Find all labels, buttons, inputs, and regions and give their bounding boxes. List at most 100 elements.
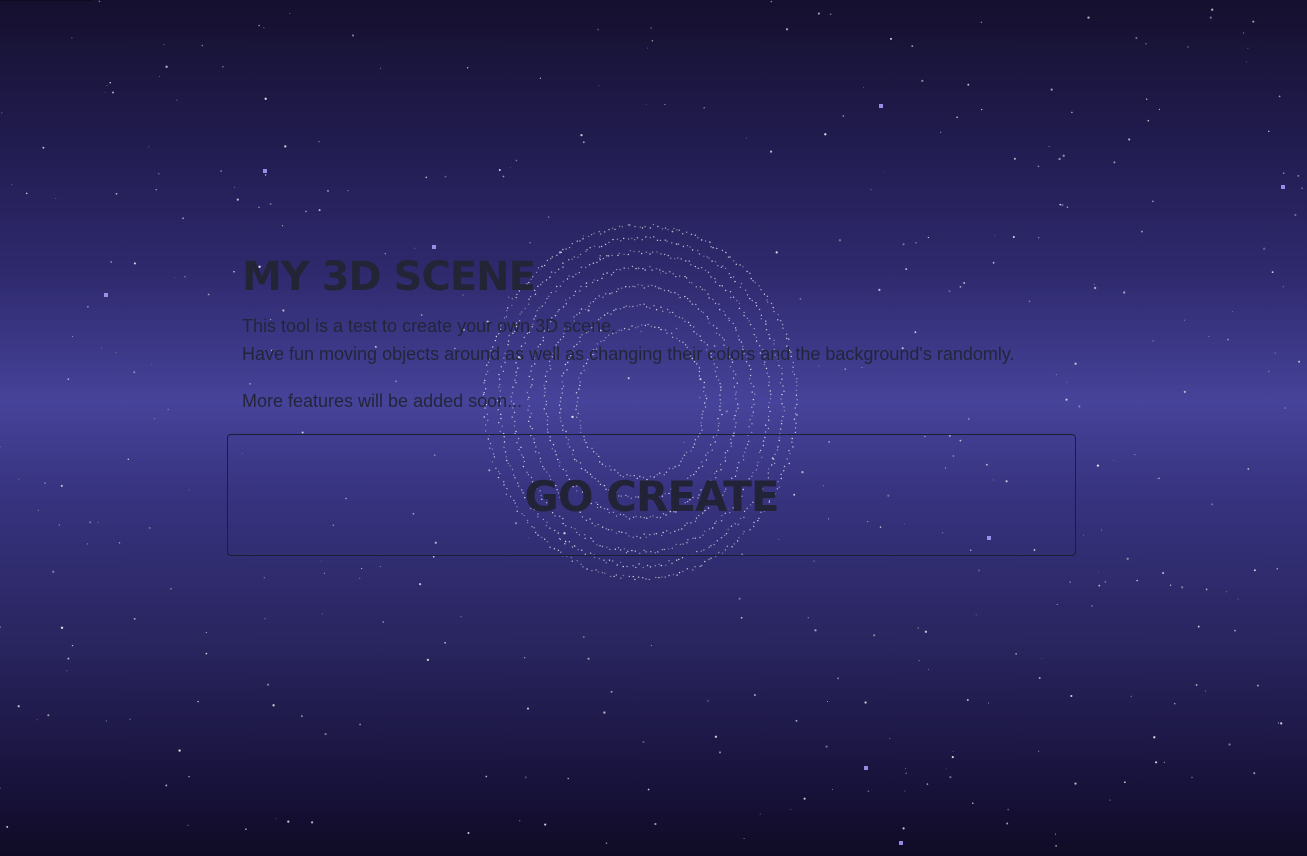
portal-particle [603, 559, 605, 561]
portal-particle [608, 228, 610, 231]
portal-particle [781, 420, 783, 422]
portal-particle [768, 419, 770, 421]
portal-particle [658, 563, 660, 565]
portal-particle [591, 570, 593, 572]
portal-particle [716, 247, 718, 250]
portal-particle [570, 556, 572, 559]
portal-particle [638, 563, 640, 565]
portal-particle [511, 416, 513, 418]
portal-particle [701, 564, 703, 567]
portal-particle [644, 225, 646, 228]
portal-particle [701, 417, 703, 419]
portal-particle [697, 237, 699, 239]
portal-particle [678, 558, 680, 561]
portal-particle [734, 414, 736, 417]
portal-particle [562, 429, 564, 431]
portal-particle [634, 578, 636, 581]
portal-particle [579, 240, 581, 242]
portal-particle [692, 569, 694, 571]
portal-particle [639, 226, 641, 228]
go-create-label: GO CREATE [524, 471, 779, 521]
portal-particle [641, 227, 644, 229]
portal-particle [649, 236, 652, 239]
portal-particle [712, 247, 714, 249]
portal-particle [580, 427, 582, 429]
portal-particle [608, 241, 610, 244]
portal-particle [546, 419, 549, 421]
portal-particle [616, 238, 619, 240]
portal-particle [660, 564, 662, 567]
portal-particle [637, 576, 640, 578]
portal-particle [655, 576, 657, 579]
portal-particle [671, 562, 673, 565]
portal-particle [604, 243, 607, 246]
portal-particle [646, 564, 649, 567]
portal-particle [590, 234, 593, 236]
portal-particle [547, 431, 549, 433]
portal-particle [659, 239, 662, 242]
portal-particle [601, 245, 603, 248]
portal-particle [618, 225, 621, 227]
go-create-button[interactable]: GO CREATE [227, 434, 1076, 556]
portal-particle [636, 237, 639, 239]
portal-particle [620, 577, 622, 579]
portal-particle [645, 578, 647, 580]
portal-particle [529, 425, 532, 428]
portal-particle [733, 431, 735, 434]
portal-particle [735, 422, 737, 424]
portal-particle [717, 425, 720, 427]
portal-particle [734, 426, 737, 428]
portal-particle [664, 239, 666, 241]
portal-particle [749, 418, 751, 421]
description-line-1: This tool is a test to create your own 3… [242, 316, 617, 336]
portal-particle [682, 570, 684, 573]
portal-particle [498, 422, 500, 424]
portal-particle [621, 226, 623, 228]
portal-particle [631, 237, 633, 240]
portal-particle [529, 416, 531, 418]
portal-particle [598, 557, 600, 560]
portal-particle [579, 424, 582, 427]
portal-particle [604, 231, 606, 233]
portal-particle [682, 245, 685, 248]
portal-particle [641, 239, 643, 241]
portal-particle [485, 430, 487, 432]
portal-particle [718, 422, 720, 425]
portal-particle [619, 561, 622, 564]
portal-particle [580, 431, 582, 433]
portal-particle [500, 417, 502, 420]
portal-particle [611, 227, 614, 229]
portal-particle [710, 246, 712, 248]
portal-particle [582, 566, 584, 568]
portal-particle [709, 241, 711, 243]
portal-particle [657, 225, 659, 228]
portal-particle [528, 420, 530, 422]
portal-particle [531, 427, 533, 430]
portal-particle [686, 568, 688, 570]
portal-particle [767, 415, 770, 418]
portal-particle [593, 245, 596, 247]
portal-particle [600, 233, 602, 235]
portal-particle [601, 571, 604, 574]
portal-particle [654, 565, 656, 567]
portal-particle [668, 574, 670, 577]
portal-particle [645, 236, 647, 238]
portal-particle [665, 564, 667, 566]
portal-particle [721, 413, 723, 416]
portal-particle [661, 228, 664, 230]
portal-particle [576, 240, 578, 242]
portal-particle [487, 419, 489, 422]
portal-particle [642, 566, 644, 569]
portal-particle [499, 430, 501, 433]
portal-particle [700, 422, 702, 424]
portal-particle [501, 425, 503, 427]
portal-particle [576, 416, 578, 418]
portal-particle [632, 575, 634, 578]
portal-particle [547, 415, 549, 418]
portal-particle [694, 566, 696, 568]
portal-particle [576, 560, 578, 562]
portal-particle [587, 235, 590, 238]
portal-particle [613, 575, 615, 578]
portal-particle [664, 576, 666, 578]
portal-particle [642, 577, 644, 579]
